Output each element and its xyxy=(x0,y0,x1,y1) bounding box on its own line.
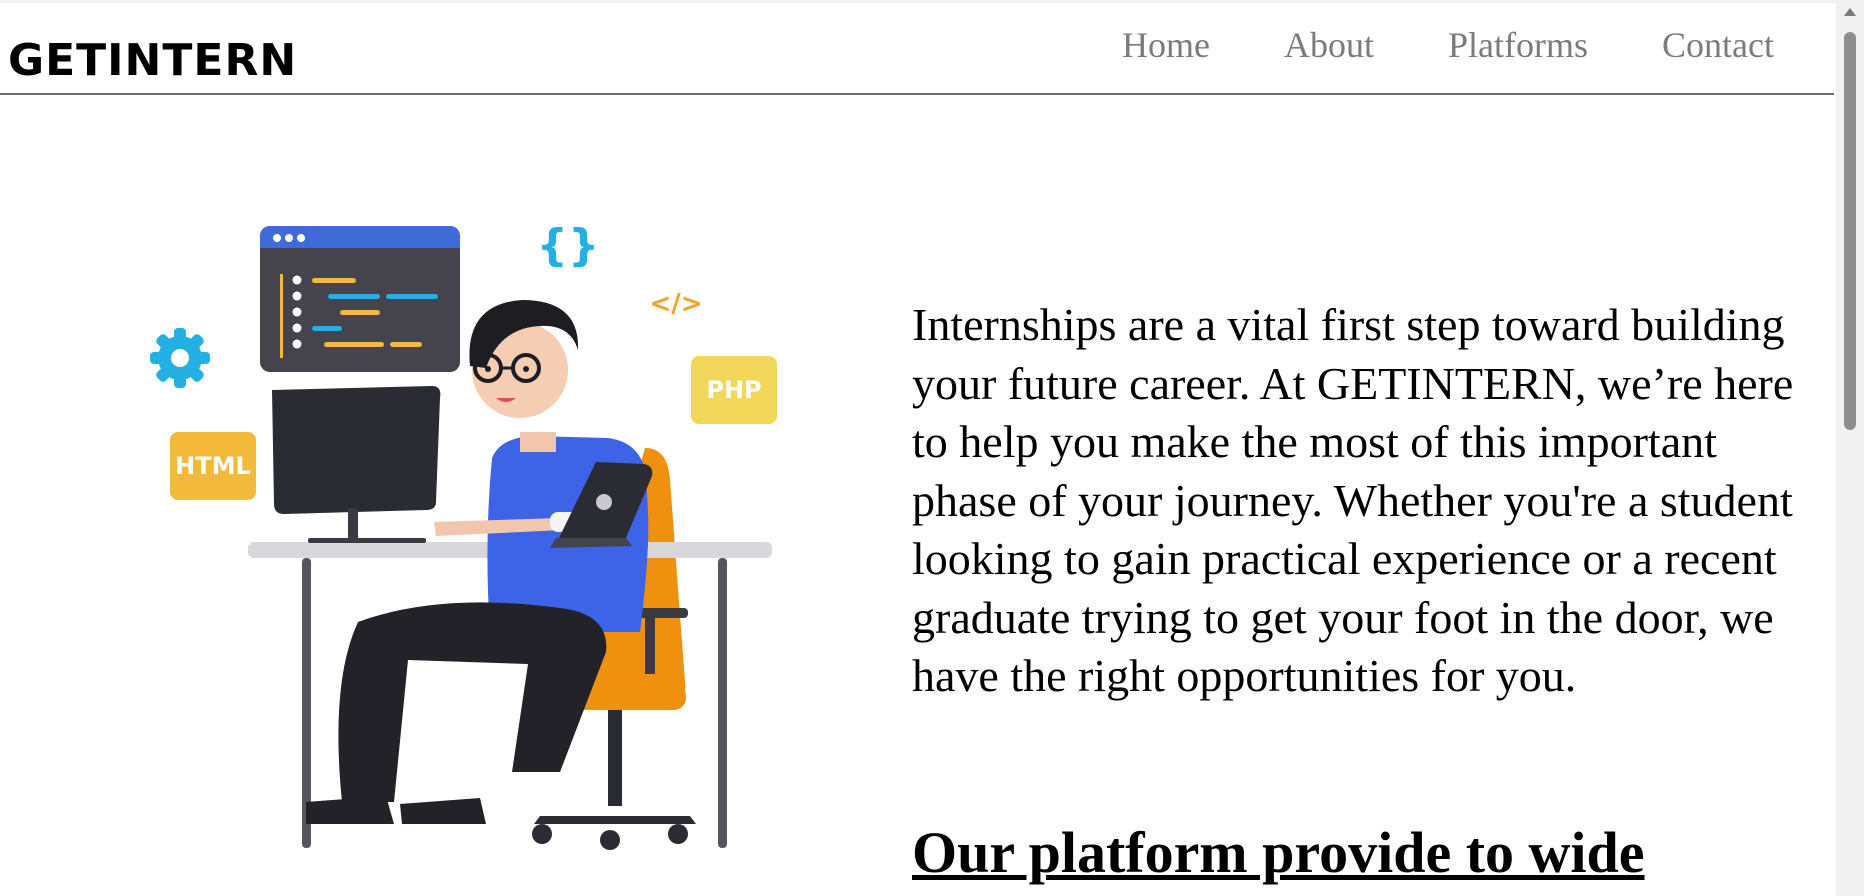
developer-character xyxy=(306,300,649,824)
site-header: GETINTERN Home About Platforms Contact xyxy=(0,3,1834,95)
developer-illustration: {} </> HTML PHP xyxy=(150,220,777,850)
code-window-icon xyxy=(260,226,460,372)
vertical-scrollbar[interactable] xyxy=(1836,0,1864,896)
php-badge-icon: PHP xyxy=(691,356,777,424)
nav-link-about[interactable]: About xyxy=(1284,27,1374,63)
svg-text:HTML: HTML xyxy=(175,452,251,480)
curly-braces-icon: {} xyxy=(537,220,600,271)
platforms-heading: Our platform provide to wide xyxy=(912,820,1645,885)
svg-text:PHP: PHP xyxy=(706,376,761,404)
intro-paragraph: Internships are a vital first step towar… xyxy=(912,299,1794,701)
gear-icon xyxy=(150,328,210,388)
nav-link-platforms[interactable]: Platforms xyxy=(1448,27,1588,63)
site-logo[interactable]: GETINTERN xyxy=(8,39,297,83)
main-nav: Home About Platforms Contact xyxy=(1122,27,1774,63)
code-tag-icon: </> xyxy=(649,289,702,319)
nav-link-contact[interactable]: Contact xyxy=(1662,27,1774,63)
nav-link-home[interactable]: Home xyxy=(1122,27,1210,63)
scroll-up-arrow-icon[interactable] xyxy=(1844,8,1856,16)
scrollbar-thumb[interactable] xyxy=(1844,32,1856,430)
desktop-monitor xyxy=(272,386,441,543)
html-badge-icon: HTML xyxy=(170,432,256,500)
